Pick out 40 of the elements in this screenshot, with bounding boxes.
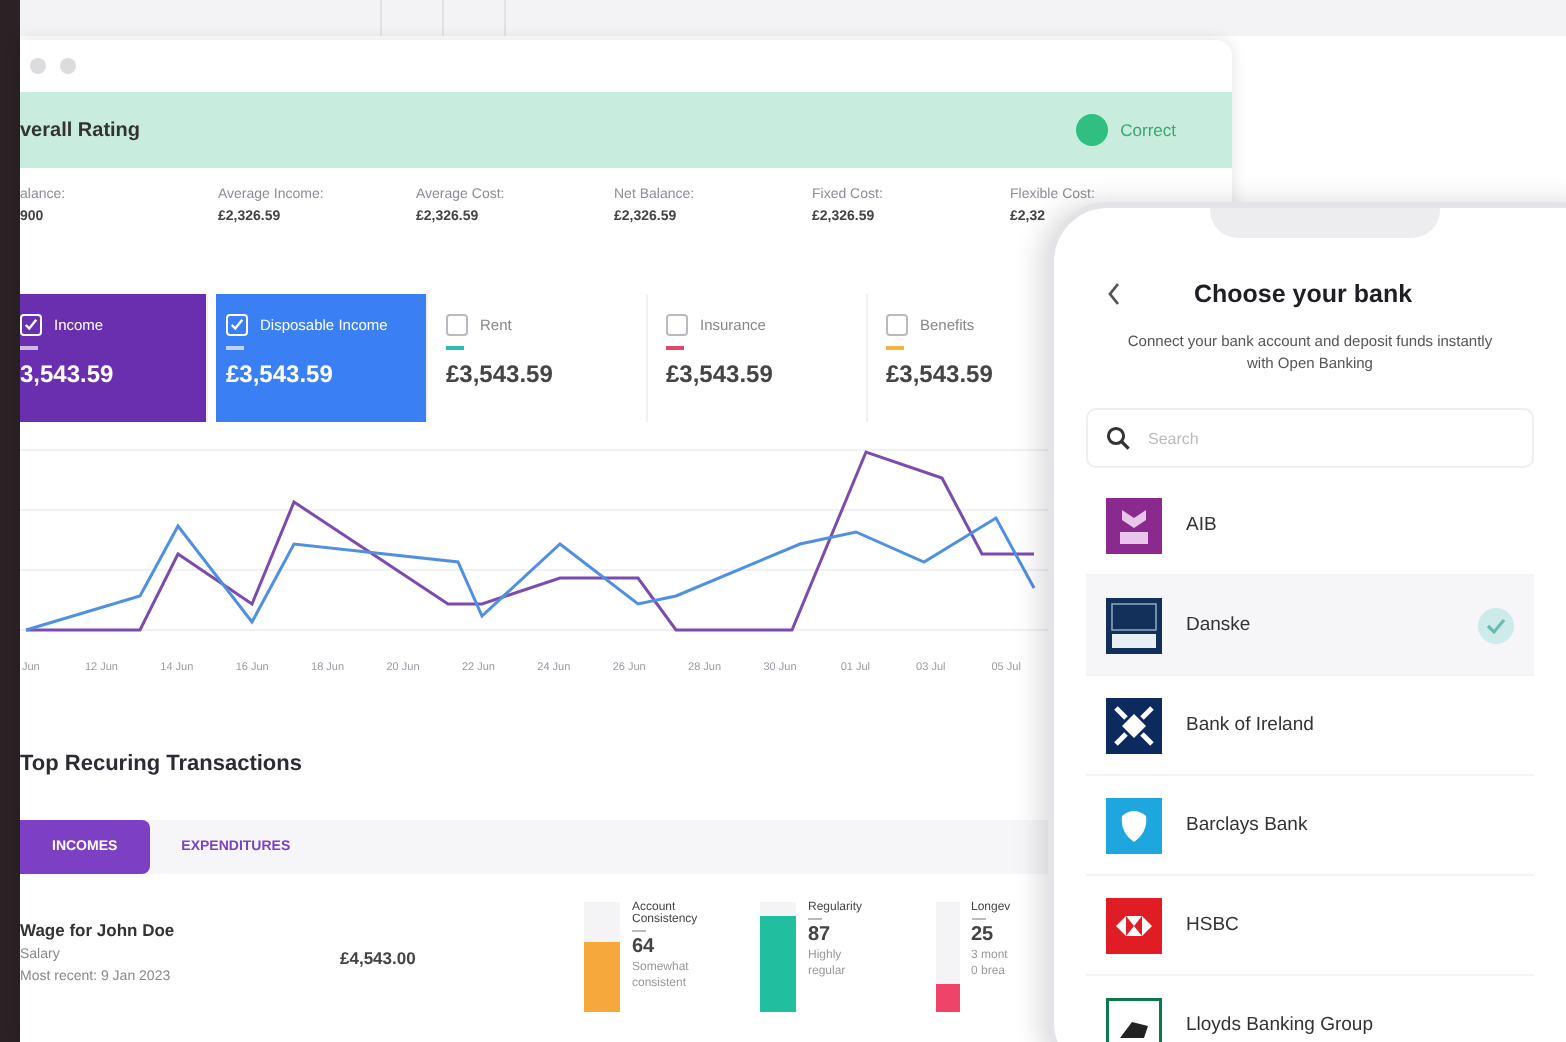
- checkbox[interactable]: [886, 314, 908, 336]
- series-amount: 3,543.59: [20, 360, 116, 388]
- bank-logo-icon: [1106, 597, 1162, 653]
- transaction-amount: £4,543.00: [340, 946, 418, 968]
- series-amount: £3,543.59: [666, 360, 775, 388]
- screen-title: Choose your bank: [1194, 280, 1413, 308]
- bank-name: AIB: [1186, 514, 1219, 536]
- search-field[interactable]: Search: [1086, 408, 1534, 468]
- status-label: Correct: [1120, 120, 1176, 140]
- bank-name: Barclays Bank: [1186, 814, 1310, 836]
- checkbox[interactable]: [666, 314, 688, 336]
- check-icon: [1478, 607, 1514, 643]
- metric-value: 25: [971, 924, 996, 946]
- series-amount: £3,543.59: [446, 360, 555, 388]
- metric-value: 87: [808, 924, 833, 946]
- back-icon[interactable]: [1106, 282, 1122, 306]
- section-title: Top Recuring Transactions: [20, 752, 304, 776]
- bank-name: HSBC: [1186, 914, 1241, 936]
- window-dot-icon[interactable]: [30, 58, 46, 74]
- bank-name: Bank of Ireland: [1186, 714, 1316, 736]
- transaction-name: Wage for John Doe: [20, 920, 177, 940]
- checkbox[interactable]: [446, 314, 468, 336]
- search-icon: [1106, 426, 1130, 450]
- bank-option[interactable]: Lloyds Banking Group: [1086, 976, 1534, 1042]
- bank-name: Lloyds Banking Group: [1186, 1014, 1375, 1036]
- bank-name: Danske: [1186, 614, 1253, 636]
- bank-logo-icon: [1106, 897, 1162, 953]
- series-amount: £3,543.59: [886, 360, 995, 388]
- bank-logo-icon: [1106, 497, 1162, 553]
- series-amount: £3,543.59: [226, 360, 335, 388]
- bank-option[interactable]: Barclays Bank: [1086, 776, 1534, 876]
- bank-option[interactable]: Bank of Ireland: [1086, 676, 1534, 776]
- bank-logo-icon: [1106, 697, 1162, 753]
- window-dot-icon[interactable]: [60, 58, 76, 74]
- bank-option[interactable]: Danske: [1086, 576, 1534, 676]
- bank-option[interactable]: HSBC: [1086, 876, 1534, 976]
- rating-title: verall Rating: [20, 119, 141, 141]
- status-dot-icon: [1076, 114, 1109, 146]
- bank-logo-icon: [1106, 797, 1162, 853]
- metric-value: 64: [632, 936, 657, 958]
